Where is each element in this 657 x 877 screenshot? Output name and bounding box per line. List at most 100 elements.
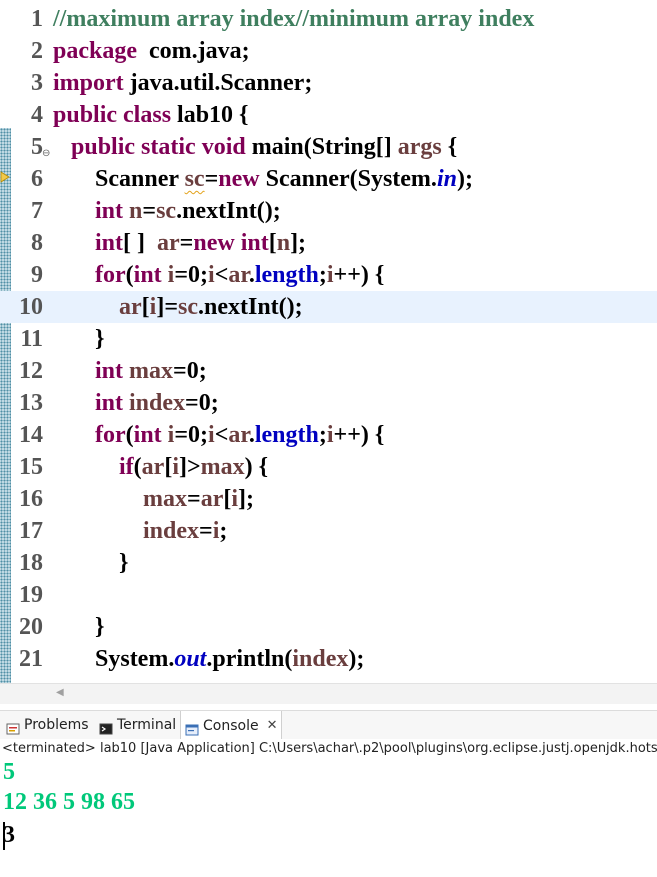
code-token: ]; bbox=[290, 230, 307, 256]
code-token: new bbox=[193, 230, 235, 256]
code-token: length bbox=[254, 262, 319, 288]
code-token: static bbox=[141, 134, 196, 160]
code-text: } bbox=[53, 323, 104, 355]
code-token: if bbox=[119, 454, 134, 480]
code-token: com.java; bbox=[137, 38, 250, 64]
text-caret bbox=[3, 822, 5, 850]
code-token: i bbox=[326, 422, 334, 448]
code-text: import java.util.Scanner; bbox=[53, 67, 312, 99]
console-input-line: 12 36 5 98 65 bbox=[3, 789, 135, 815]
code-token: max bbox=[143, 486, 187, 512]
code-token: sc bbox=[184, 166, 205, 192]
code-line[interactable]: 12 int max=0; bbox=[0, 355, 657, 387]
scroll-left-icon[interactable]: ◀ bbox=[56, 687, 64, 698]
code-token: int bbox=[133, 262, 162, 288]
code-line[interactable]: 9 for(int i=0;i<ar.length;i++) { bbox=[0, 259, 657, 291]
line-number: 9 bbox=[31, 262, 43, 288]
code-token: import bbox=[53, 70, 124, 96]
code-line[interactable]: 8 int[ ] ar=new int[n]; bbox=[0, 227, 657, 259]
code-token: ; bbox=[318, 262, 327, 288]
code-token: ]; bbox=[238, 486, 254, 512]
code-line[interactable]: 15 if(ar[i]>max) { bbox=[0, 451, 657, 483]
code-token: ( bbox=[133, 454, 142, 480]
code-token: n bbox=[129, 198, 143, 224]
code-line[interactable]: 10 ar[i]=sc.nextInt(); bbox=[0, 291, 657, 323]
code-line[interactable]: 11 } bbox=[0, 323, 657, 355]
code-token: args bbox=[397, 134, 442, 160]
code-token: ar bbox=[157, 230, 180, 256]
code-text: index=i; bbox=[53, 515, 227, 547]
console-status: <terminated> lab10 [Java Application] C:… bbox=[2, 741, 657, 756]
code-line[interactable]: 2 package com.java; bbox=[0, 35, 657, 67]
code-token: = bbox=[142, 198, 157, 224]
code-line[interactable]: 18 } bbox=[0, 547, 657, 579]
code-text: ar[i]=sc.nextInt(); bbox=[53, 291, 303, 323]
code-token: index bbox=[292, 646, 349, 672]
code-token: int bbox=[133, 422, 162, 448]
tab-terminal[interactable]: Terminal bbox=[95, 711, 180, 739]
code-token: for bbox=[95, 422, 126, 448]
code-token: ); bbox=[348, 646, 365, 672]
code-token: index bbox=[143, 518, 200, 544]
code-line[interactable]: 13 int index=0; bbox=[0, 387, 657, 419]
code-text: int max=0; bbox=[53, 355, 207, 387]
code-line[interactable]: 21 System.out.println(index); bbox=[0, 643, 657, 675]
line-number: 8 bbox=[31, 230, 43, 256]
code-token: out bbox=[174, 646, 207, 672]
code-line[interactable]: 7 int n=sc.nextInt(); bbox=[0, 195, 657, 227]
code-line[interactable]: 19 bbox=[0, 579, 657, 611]
code-token: } bbox=[95, 614, 105, 640]
code-token: int bbox=[95, 358, 124, 384]
console-view[interactable]: <terminated> lab10 [Java Application] C:… bbox=[0, 739, 657, 877]
code-line[interactable]: 17 index=i; bbox=[0, 515, 657, 547]
code-line[interactable]: 3 import java.util.Scanner; bbox=[0, 67, 657, 99]
tab-problems[interactable]: Problems bbox=[2, 711, 93, 739]
code-token: int bbox=[95, 390, 124, 416]
code-token: sc bbox=[178, 294, 198, 320]
code-token: .nextInt(); bbox=[176, 198, 281, 224]
close-icon[interactable]: ✕ bbox=[267, 712, 278, 740]
code-line[interactable]: 6 Scanner sc=new Scanner(System.in); bbox=[0, 163, 657, 195]
warning-icon[interactable] bbox=[0, 171, 11, 183]
code-line[interactable]: 16 max=ar[i]; bbox=[0, 483, 657, 515]
code-line[interactable]: 14 for(int i=0;i<ar.length;i++) { bbox=[0, 419, 657, 451]
code-token: ( bbox=[125, 262, 134, 288]
code-line[interactable]: 5 ⊖ public static void main(String[] args… bbox=[0, 131, 657, 163]
line-number: 1 bbox=[31, 6, 43, 32]
code-line[interactable]: 4 public class lab10 { bbox=[0, 99, 657, 131]
code-line[interactable]: 20 } bbox=[0, 611, 657, 643]
code-token: { bbox=[441, 134, 458, 160]
line-number: 6 bbox=[31, 166, 43, 192]
code-token: public bbox=[53, 102, 118, 128]
code-text: max=ar[i]; bbox=[53, 483, 254, 515]
code-token: = bbox=[187, 486, 201, 512]
code-text: } bbox=[53, 547, 128, 579]
code-line[interactable]: 1 //maximum array index//minimum array in… bbox=[0, 3, 657, 35]
code-token: //maximum array index//minimum array ind… bbox=[53, 6, 535, 32]
horizontal-scrollbar[interactable]: ◀ bbox=[0, 683, 657, 704]
terminal-icon bbox=[99, 718, 113, 735]
line-number: 19 bbox=[19, 582, 43, 608]
code-token: index bbox=[129, 390, 186, 416]
problems-icon bbox=[6, 718, 20, 735]
code-token: max bbox=[129, 358, 174, 384]
line-number: 2 bbox=[31, 38, 43, 64]
code-token: System. bbox=[95, 646, 175, 672]
code-token: java.util.Scanner; bbox=[123, 70, 313, 96]
code-token: =0; bbox=[174, 262, 209, 288]
code-token: = bbox=[179, 230, 194, 256]
code-token: Scanner bbox=[95, 166, 185, 192]
code-editor[interactable]: 1 //maximum array index//minimum array in… bbox=[0, 0, 657, 683]
line-number: 10 bbox=[19, 294, 43, 320]
code-token: [ bbox=[268, 230, 277, 256]
code-token: < bbox=[214, 262, 229, 288]
code-token: n bbox=[276, 230, 291, 256]
tab-console[interactable]: Console ✕ bbox=[180, 711, 283, 740]
line-number: 3 bbox=[31, 70, 43, 96]
code-token: i bbox=[208, 262, 215, 288]
line-number: 20 bbox=[19, 614, 43, 640]
line-number: 7 bbox=[31, 198, 43, 224]
code-token: ar bbox=[200, 486, 224, 512]
code-token: ar bbox=[228, 422, 249, 448]
code-token: = bbox=[199, 518, 213, 544]
